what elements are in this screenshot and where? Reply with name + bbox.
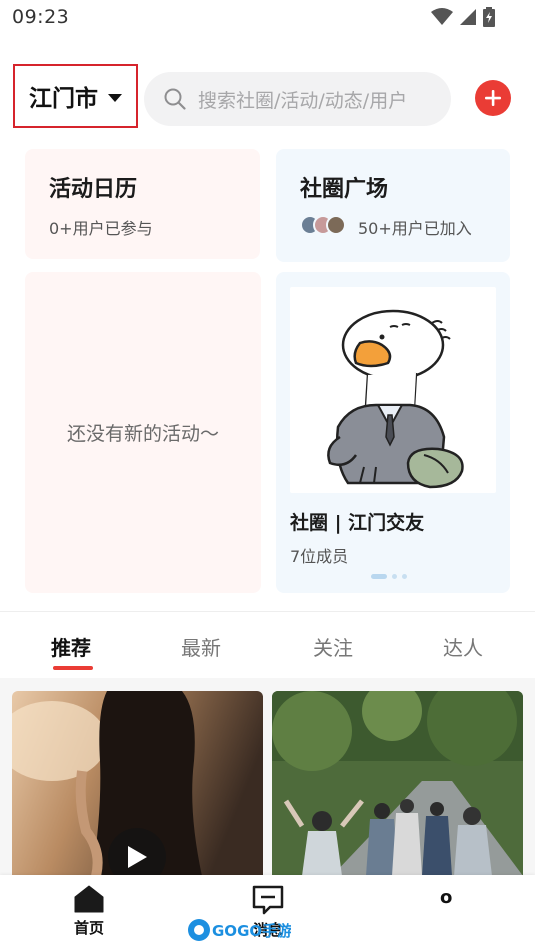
- circle-square-title: 社圈广场: [300, 177, 389, 202]
- city-label: 江门市: [29, 86, 98, 112]
- feed-tabs: 推荐 最新 关注 达人: [0, 622, 535, 672]
- city-selector[interactable]: 江门市: [13, 64, 138, 128]
- search-input[interactable]: 搜索社圈/活动/动态/用户: [144, 72, 451, 126]
- message-icon: [252, 885, 284, 915]
- search-icon: [164, 88, 186, 110]
- featured-circle-card[interactable]: 社圈 | 江门交友 7位成员: [276, 272, 510, 593]
- carousel-pager: [371, 574, 407, 579]
- activity-calendar-title: 活动日历: [49, 177, 138, 202]
- status-bar: 09:23: [0, 0, 535, 38]
- feed-image: [272, 691, 523, 876]
- circle-members: 7位成员: [290, 547, 349, 566]
- tab-latest[interactable]: 最新: [181, 632, 221, 661]
- activity-calendar-card[interactable]: 活动日历 0+用户已参与: [25, 149, 260, 259]
- chevron-down-icon: [108, 93, 122, 102]
- section-divider: [0, 611, 535, 612]
- watermark-logo: GOGO手游网: [188, 919, 291, 941]
- feed-item[interactable]: [12, 691, 263, 876]
- pager-dot: [392, 574, 397, 579]
- signal-icon: [460, 9, 476, 25]
- feed-item[interactable]: [272, 691, 523, 876]
- circle-square-subtitle: 50+用户已加入: [358, 219, 472, 238]
- search-placeholder: 搜索社圈/活动/动态/用户: [198, 89, 408, 112]
- nav-home[interactable]: 首页: [44, 885, 134, 938]
- watermark-text: GOGO手游网: [212, 922, 291, 940]
- wifi-icon: [431, 8, 453, 25]
- pager-dot: [402, 574, 407, 579]
- tab-following[interactable]: 关注: [313, 632, 353, 661]
- circle-name: 社圈 | 江门交友: [290, 512, 425, 534]
- circle-square-card[interactable]: 社圈广场 50+用户已加入: [276, 149, 510, 262]
- duck-illustration: [327, 309, 464, 489]
- empty-activity-text: 还没有新的活动～: [66, 423, 219, 445]
- home-icon: [74, 885, 104, 913]
- add-button[interactable]: [475, 80, 511, 116]
- status-time: 09:23: [12, 6, 70, 28]
- activity-calendar-subtitle: 0+用户已参与: [49, 219, 153, 238]
- play-icon: [128, 846, 147, 868]
- circle-cover-image: [290, 287, 496, 493]
- avatar-stack: [300, 215, 346, 235]
- pager-dot: [371, 574, 387, 579]
- tab-indicator: [53, 666, 93, 670]
- tab-experts[interactable]: 达人: [443, 632, 483, 661]
- plus-circle-icon: [485, 90, 501, 106]
- avatar: [326, 215, 346, 235]
- status-icons: [431, 6, 495, 28]
- battery-icon: [483, 7, 495, 27]
- nav-profile-label[interactable]: o: [440, 887, 452, 908]
- empty-activity-card: 还没有新的活动～: [25, 272, 261, 593]
- nav-home-label: 首页: [73, 919, 104, 937]
- tab-recommend[interactable]: 推荐: [51, 632, 91, 661]
